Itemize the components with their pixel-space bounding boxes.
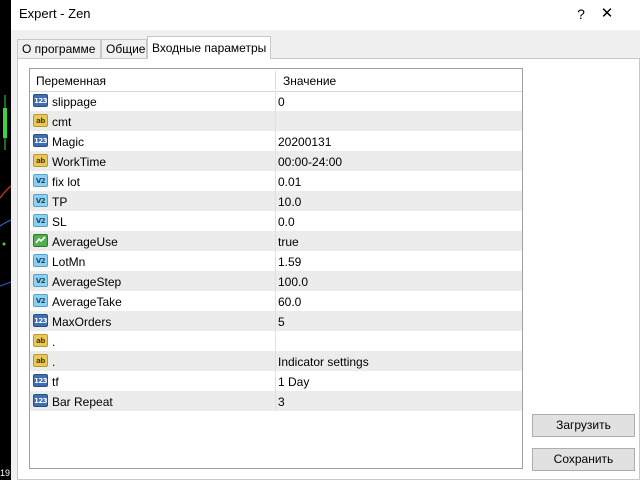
cell-divider [275,391,276,411]
string-type-icon: ab [33,334,48,347]
grid-rows: 123 slippage 0 ab cmt 123 Magic 20200131 ab WorkT… [30,91,522,411]
string-type-icon: ab [33,154,48,167]
double-type-icon: V2 [33,274,48,287]
parameter-name: cmt [52,115,72,129]
boolean-type-icon [33,234,48,247]
parameter-row[interactable]: ab WorkTime 00:00-24:00 [30,151,522,171]
parameter-row[interactable]: V2 SL 0.0 [30,211,522,231]
parameter-name: SL [52,215,67,229]
cell-divider [275,151,276,171]
column-divider[interactable] [275,71,276,89]
parameter-value[interactable]: 00:00-24:00 [278,155,342,169]
column-header-variable[interactable]: Переменная [36,74,106,88]
parameter-value[interactable]: 1 Day [278,375,309,389]
parameter-value[interactable]: 60.0 [278,295,301,309]
parameter-name: slippage [52,95,97,109]
parameters-grid: Переменная Значение 123 slippage 0 ab cmt 123… [29,68,523,469]
grid-header: Переменная Значение [30,69,522,92]
cell-divider [275,171,276,191]
parameter-row[interactable]: 123 MaxOrders 5 [30,311,522,331]
parameter-row[interactable]: V2 LotMn 1.59 [30,251,522,271]
cell-divider [275,311,276,331]
parameter-name: MaxOrders [52,315,112,329]
tab-about[interactable]: О программе [17,39,101,58]
double-type-icon: V2 [33,254,48,267]
parameter-row[interactable]: 123 tf 1 Day [30,371,522,391]
integer-type-icon: 123 [33,374,48,387]
parameter-name: Magic [52,135,85,149]
tab-inputs[interactable]: Входные параметры [147,36,271,59]
cell-divider [275,91,276,111]
parameter-name: TP [52,195,68,209]
close-button[interactable]: ✕ [594,3,620,25]
tab-common[interactable]: Общие [101,39,147,58]
string-type-icon: ab [33,114,48,127]
integer-type-icon: 123 [33,314,48,327]
cell-divider [275,191,276,211]
double-type-icon: V2 [33,294,48,307]
cell-divider [275,211,276,231]
window-title: Expert - Zen [19,6,91,21]
parameter-name: AverageStep [52,275,122,289]
cell-divider [275,231,276,251]
parameter-value[interactable]: 3 [278,395,285,409]
help-button[interactable]: ? [570,3,592,25]
parameter-row[interactable]: 123 Magic 20200131 [30,131,522,151]
parameter-name: WorkTime [52,155,106,169]
parameter-row[interactable]: ab cmt [30,111,522,131]
background-chart: 19 [0,0,11,480]
parameter-name: Bar Repeat [52,395,113,409]
save-button[interactable]: Сохранить [532,448,635,471]
parameter-name: . [52,355,56,369]
double-type-icon: V2 [33,214,48,227]
chart-sketch-icon [0,95,11,287]
parameter-row[interactable]: V2 fix lot 0.01 [30,171,522,191]
cell-divider [275,331,276,351]
expert-dialog: Expert - Zen ? ✕ О программе Общие Входн… [11,0,640,480]
parameter-value[interactable]: 20200131 [278,135,331,149]
parameter-value[interactable]: 0.01 [278,175,301,189]
title-bar: Expert - Zen ? ✕ [11,0,640,30]
cell-divider [275,111,276,131]
column-header-value[interactable]: Значение [283,74,336,88]
cell-divider [275,251,276,271]
cell-divider [275,291,276,311]
chart-bottom-label: 19 [0,468,11,478]
parameter-row[interactable]: AverageUse true [30,231,522,251]
parameter-name: tf [52,375,59,389]
integer-type-icon: 123 [33,394,48,407]
parameter-value[interactable]: 10.0 [278,195,301,209]
parameter-value[interactable]: Indicator settings [278,355,369,369]
parameter-name: fix lot [52,175,81,189]
parameter-row[interactable]: 123 Bar Repeat 3 [30,391,522,411]
parameter-value[interactable]: 100.0 [278,275,308,289]
parameter-row[interactable]: V2 TP 10.0 [30,191,522,211]
cell-divider [275,271,276,291]
parameter-value[interactable]: 1.59 [278,255,301,269]
cell-divider [275,131,276,151]
parameter-value[interactable]: true [278,235,299,249]
string-type-icon: ab [33,354,48,367]
parameter-name: LotMn [52,255,86,269]
parameter-row[interactable]: V2 AverageStep 100.0 [30,271,522,291]
parameter-name: AverageTake [52,295,122,309]
integer-type-icon: 123 [33,134,48,147]
parameter-value[interactable]: 0 [278,95,285,109]
parameter-value[interactable]: 0.0 [278,215,295,229]
double-type-icon: V2 [33,174,48,187]
cell-divider [275,351,276,371]
parameter-name: AverageUse [52,235,118,249]
parameter-name: . [52,335,56,349]
integer-type-icon: 123 [33,94,48,107]
parameter-row[interactable]: V2 AverageTake 60.0 [30,291,522,311]
double-type-icon: V2 [33,194,48,207]
parameter-row[interactable]: 123 slippage 0 [30,91,522,111]
parameter-row[interactable]: ab. [30,331,522,351]
parameter-value[interactable]: 5 [278,315,285,329]
parameter-row[interactable]: ab. Indicator settings [30,351,522,371]
cell-divider [275,371,276,391]
load-button[interactable]: Загрузить [532,414,635,437]
